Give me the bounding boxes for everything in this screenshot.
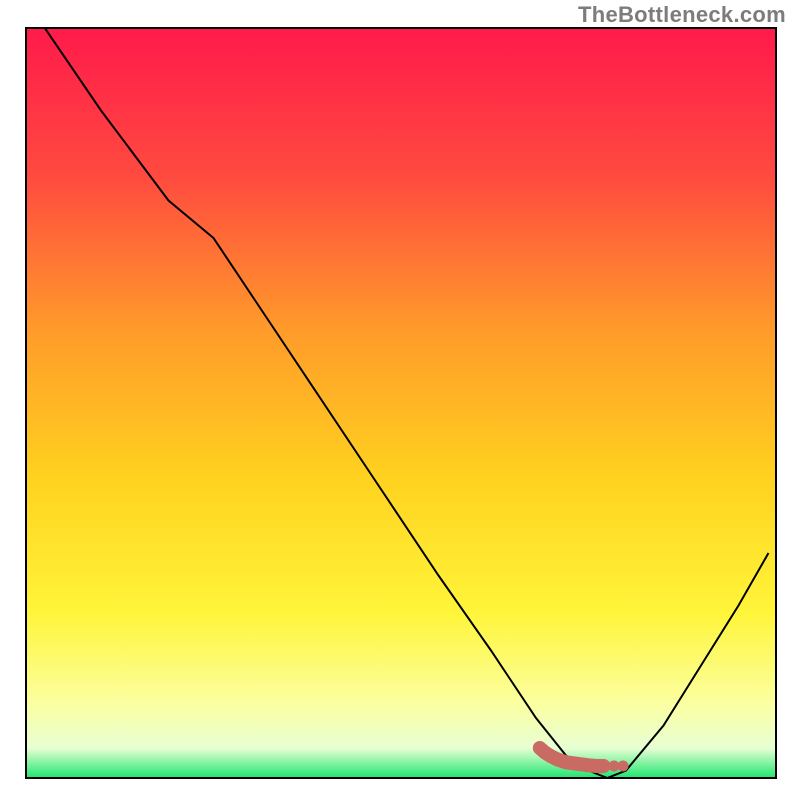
bottleneck-chart: [0, 0, 800, 800]
chart-canvas: TheBottleneck.com: [0, 0, 800, 800]
selected-range-dot: [618, 761, 629, 772]
gradient-background: [26, 28, 776, 778]
